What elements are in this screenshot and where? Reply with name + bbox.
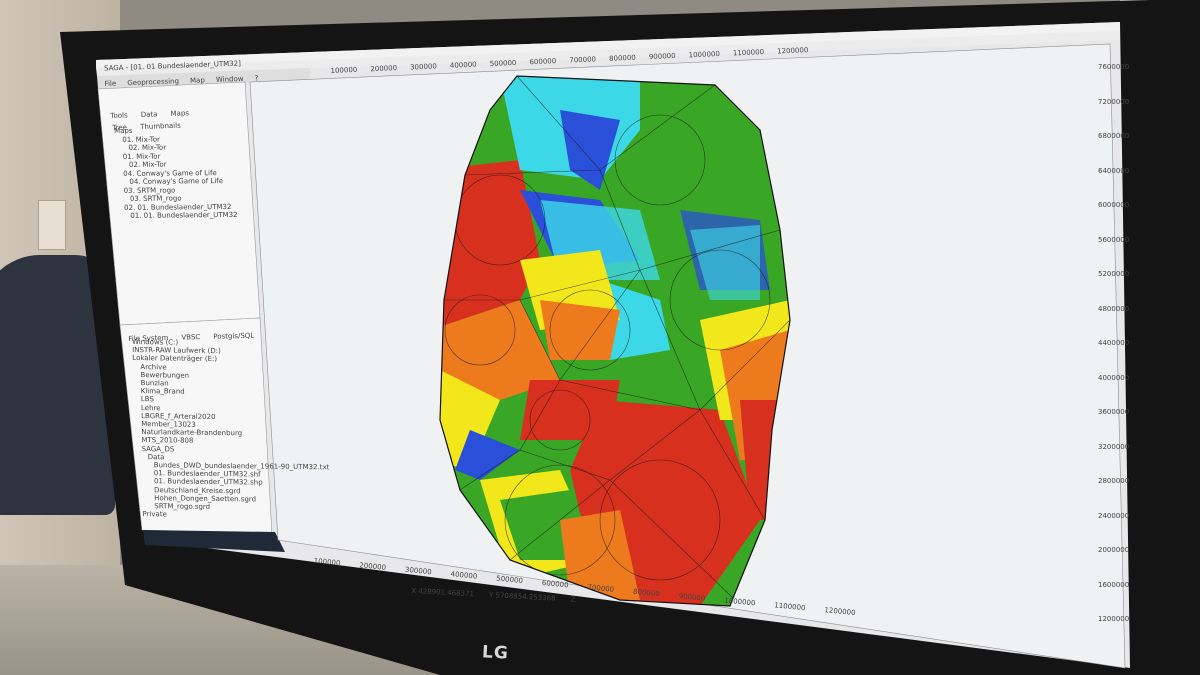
menu-map[interactable]: Map <box>190 76 205 85</box>
axis-tick: 200000 <box>370 64 398 74</box>
axis-tick: 1000000 <box>688 49 721 60</box>
axis-tick: 1000000 <box>723 596 756 608</box>
status-z: Z <box>570 595 576 604</box>
menu-help[interactable]: ? <box>254 74 258 82</box>
axis-tick: 5600000 <box>1098 235 1130 244</box>
axis-tick: 7600000 <box>1098 63 1130 71</box>
axis-tick: 400000 <box>449 60 477 70</box>
axis-tick: 4800000 <box>1098 304 1130 313</box>
menu-window[interactable]: Window <box>216 75 244 84</box>
axis-tick: 400000 <box>450 570 478 581</box>
axis-tick: 6000000 <box>1098 201 1130 209</box>
axis-tick: 800000 <box>632 587 661 599</box>
axis-tick: 700000 <box>569 55 597 65</box>
axis-tick: 5200000 <box>1098 270 1130 278</box>
axis-tick: 4000000 <box>1098 373 1130 382</box>
axis-tick: 7200000 <box>1098 97 1130 106</box>
axis-tick: 3600000 <box>1098 408 1130 416</box>
axis-tick: 3200000 <box>1098 442 1130 451</box>
axis-tick: 6800000 <box>1098 132 1130 140</box>
axis-tick: 2800000 <box>1098 477 1130 485</box>
lg-logo: LG <box>481 642 510 664</box>
axis-tick: 1200000 <box>824 606 856 618</box>
axis-tick: 1200000 <box>1098 615 1130 623</box>
axis-tick: 600000 <box>529 57 557 67</box>
axis-tick: 100000 <box>330 65 358 75</box>
axis-tick: 1200000 <box>776 46 809 56</box>
axis-tick: 700000 <box>587 583 615 594</box>
axis-tick: 800000 <box>608 53 636 63</box>
axis-tick: 4400000 <box>1098 339 1130 347</box>
axis-tick: 200000 <box>358 561 387 572</box>
axis-tick: 900000 <box>648 51 676 62</box>
menu-geoprocessing[interactable]: Geoprocessing <box>127 77 179 87</box>
axis-tick: 300000 <box>409 62 438 72</box>
axis-tick: 1100000 <box>773 601 806 613</box>
axis-tick: 500000 <box>489 58 517 69</box>
tree-item[interactable]: 01. 01. Bundeslaender_UTM32 <box>116 211 237 221</box>
photo-scene: SAGA - [01. 01 Bundeslaender_UTM32] File… <box>0 0 1200 675</box>
axis-tick: 300000 <box>404 565 432 577</box>
status-y: Y 5708854.253368 <box>488 591 556 603</box>
axis-tick: 1100000 <box>732 48 765 58</box>
right-axis: 7600000 7200000 6800000 6400000 6000000 … <box>1098 50 1129 637</box>
axis-tick: 2000000 <box>1098 546 1130 554</box>
menu-file[interactable]: File <box>104 80 116 88</box>
axis-tick: 900000 <box>678 592 706 603</box>
tree-item[interactable]: 04. Conway's Game of Life <box>115 177 236 187</box>
file-tree: Windows (C:) INSTR-RAW Laufwerk (D:) Lok… <box>132 338 330 521</box>
axis-tick: 1600000 <box>1098 580 1130 589</box>
status-x: X 428901.468371 <box>411 586 475 599</box>
maps-tree: Maps 01. Mix-Tor 02. Mix-Tor 01. Mix-Tor… <box>114 126 238 221</box>
axis-tick: 100000 <box>313 556 341 568</box>
axis-tick: 2400000 <box>1098 511 1130 520</box>
axis-tick: 6400000 <box>1098 166 1130 175</box>
